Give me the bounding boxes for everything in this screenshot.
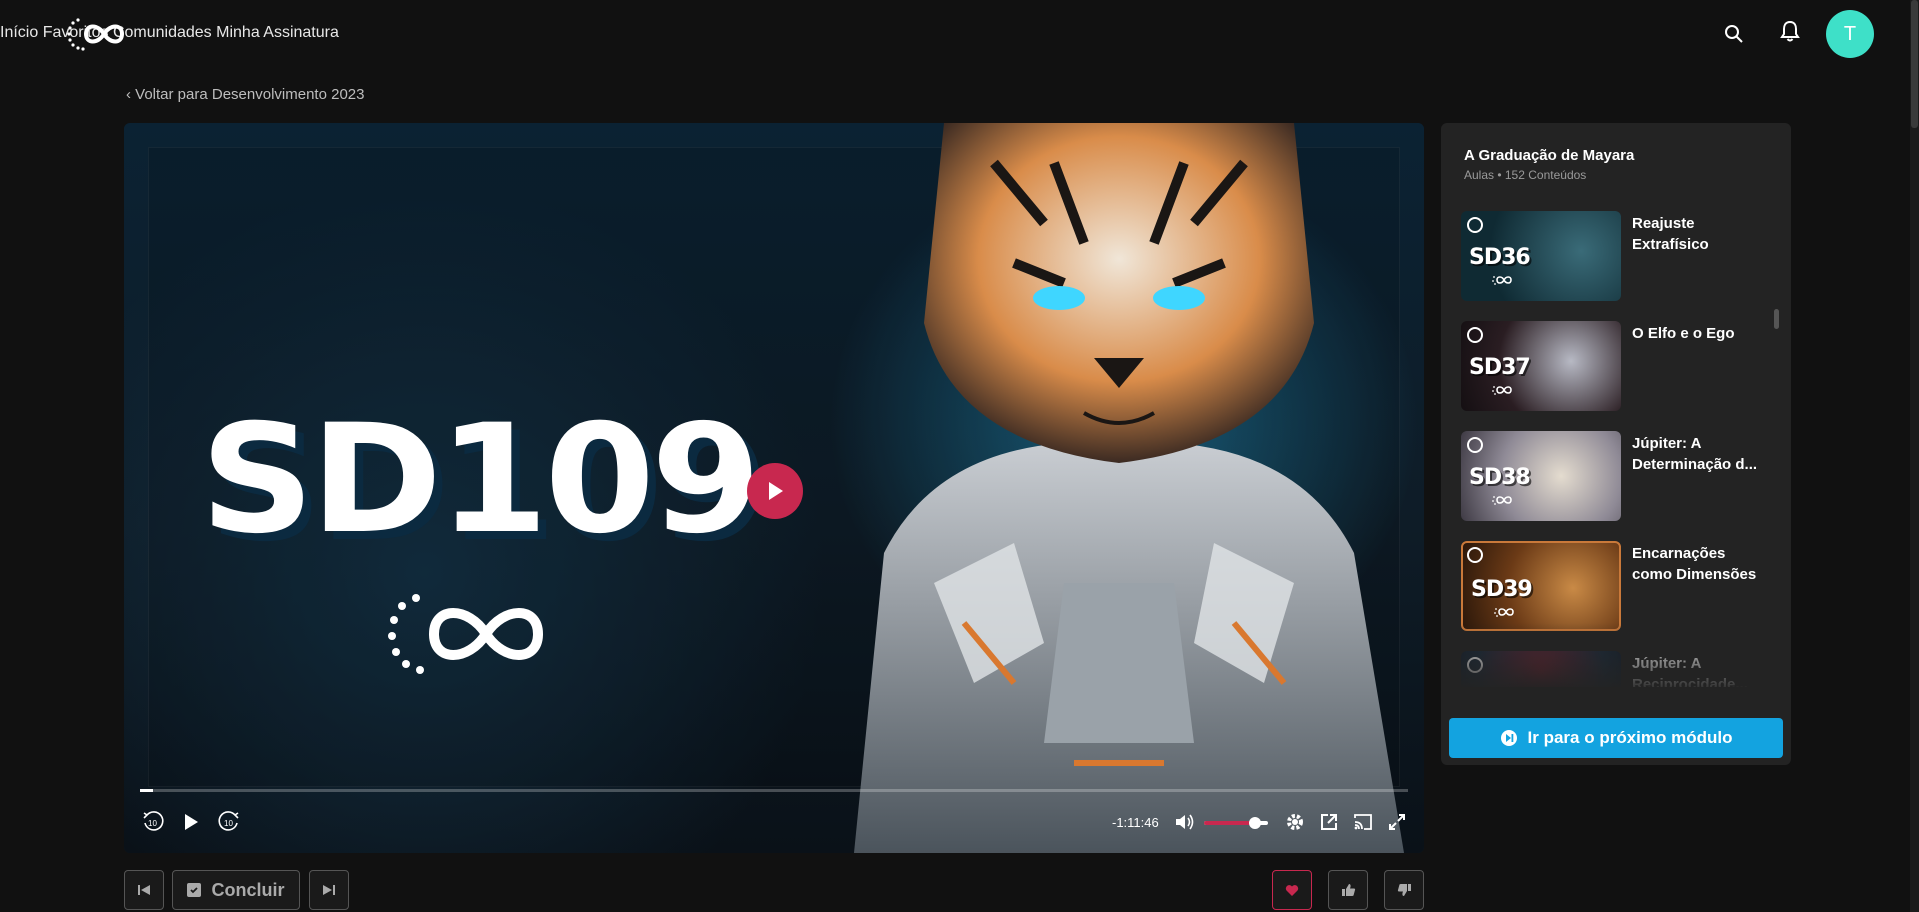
search-icon[interactable] <box>1722 22 1746 46</box>
lesson-thumbnail: SD38 <box>1461 431 1621 521</box>
next-module-label: Ir para o próximo módulo <box>1527 728 1733 747</box>
dislike-button[interactable] <box>1384 870 1424 910</box>
thumbnail-label: SD37 <box>1469 355 1531 380</box>
lesson-status-radio[interactable] <box>1467 657 1483 673</box>
player-controls: 10 10 -1:11:46 <box>124 799 1424 853</box>
lesson-status-radio[interactable] <box>1467 217 1483 233</box>
sidebar-scrollbar[interactable] <box>1774 309 1779 329</box>
volume-slider[interactable] <box>1204 817 1268 829</box>
seek-bar-fill <box>140 789 153 792</box>
cast-icon[interactable] <box>1348 807 1378 837</box>
skip-previous-icon <box>138 885 150 895</box>
avatar[interactable]: T <box>1826 10 1874 58</box>
lesson-status-radio[interactable] <box>1467 547 1483 563</box>
lesson-thumbnail: SD37 <box>1461 321 1621 411</box>
rewind-10-icon[interactable]: 10 <box>138 807 168 837</box>
thumbnail-label: SD36 <box>1469 245 1531 270</box>
lesson-item[interactable]: SD36 Reajuste Extrafísico <box>1461 211 1771 303</box>
page-scrollbar-thumb[interactable] <box>1911 0 1918 128</box>
brand-mark-icon <box>1492 276 1512 285</box>
play-button[interactable] <box>176 807 206 837</box>
skip-next-icon <box>323 885 335 895</box>
thumbnail-label: SD39 <box>1471 577 1533 602</box>
page-scrollbar-track[interactable] <box>1910 0 1919 912</box>
thumbs-down-icon <box>1397 884 1411 896</box>
heart-icon <box>1285 884 1299 896</box>
lesson-item[interactable]: Júpiter: A Reciprocidade... <box>1461 651 1771 687</box>
lesson-title: Júpiter: A Reciprocidade... <box>1632 655 1748 687</box>
volume-icon[interactable] <box>1170 807 1200 837</box>
poster-title: SD109 <box>200 393 761 567</box>
brand-mark-icon <box>388 594 544 674</box>
thumbs-up-icon <box>1341 884 1355 896</box>
lesson-item[interactable]: SD37 O Elfo e o Ego <box>1461 321 1771 413</box>
thumbnail-label: SD38 <box>1469 465 1531 490</box>
module-sidebar: A Graduação de Mayara Aulas • 152 Conteú… <box>1441 123 1791 765</box>
lesson-status-radio[interactable] <box>1467 437 1483 453</box>
check-icon <box>187 883 202 897</box>
nav-inicio[interactable]: Início <box>0 24 38 41</box>
back-link[interactable]: ‹ Voltar para Desenvolvimento 2023 <box>126 86 364 103</box>
lesson-list[interactable]: SD36 Reajuste Extrafísico SD37 O Elfo e … <box>1461 211 1771 687</box>
settings-gear-icon[interactable] <box>1280 807 1310 837</box>
lesson-item[interactable]: SD38 Júpiter: A Determinação d... <box>1461 431 1771 523</box>
forward-10-icon[interactable]: 10 <box>214 807 244 837</box>
brand-mark-icon <box>1492 496 1512 505</box>
lesson-thumbnail <box>1461 651 1621 687</box>
module-subtitle: Aulas • 152 Conteúdos <box>1464 168 1587 182</box>
time-remaining: -1:11:46 <box>1112 815 1159 830</box>
volume-fill <box>1204 821 1256 825</box>
lesson-status-radio[interactable] <box>1467 327 1483 343</box>
popout-icon[interactable] <box>1314 807 1344 837</box>
lesson-title: Júpiter: A Determinação d... <box>1632 435 1758 473</box>
next-module-button[interactable]: Ir para o próximo módulo <box>1449 718 1783 758</box>
lesson-title: Encarnações como Dimensões <box>1632 545 1757 583</box>
next-circle-icon <box>1500 730 1517 746</box>
logo-icon[interactable] <box>66 14 134 54</box>
top-header: Início Favoritos Comunidades Minha Assin… <box>0 0 1919 66</box>
video-player[interactable]: SD109 10 10 -1:11:46 <box>124 123 1424 853</box>
brand-mark-icon <box>1494 608 1514 617</box>
nav-minha-assinatura[interactable]: Minha Assinatura <box>216 24 339 41</box>
lesson-thumbnail: SD36 <box>1461 211 1621 301</box>
lesson-title: Reajuste Extrafísico <box>1632 215 1709 253</box>
lesson-title: O Elfo e o Ego <box>1632 325 1735 342</box>
next-lesson-button[interactable] <box>309 870 349 910</box>
previous-lesson-button[interactable] <box>124 870 164 910</box>
lesson-item[interactable]: SD39 Encarnações como Dimensões <box>1461 541 1771 633</box>
play-icon <box>769 482 783 500</box>
lesson-thumbnail: SD39 <box>1461 541 1621 631</box>
volume-handle[interactable] <box>1249 817 1262 829</box>
fullscreen-icon[interactable] <box>1382 807 1412 837</box>
main-nav: Início Favoritos Comunidades Minha Assin… <box>0 24 339 42</box>
complete-button[interactable]: Concluir <box>172 870 300 910</box>
play-icon <box>185 814 198 830</box>
module-title: A Graduação de Mayara <box>1464 147 1635 164</box>
svg-text:10: 10 <box>224 819 233 828</box>
brand-mark-icon <box>1492 386 1512 395</box>
svg-text:10: 10 <box>148 819 157 828</box>
tiger-illustration <box>854 123 1404 853</box>
seek-bar[interactable] <box>140 789 1408 792</box>
complete-button-label: Concluir <box>211 879 285 900</box>
favorite-button[interactable] <box>1272 870 1312 910</box>
like-button[interactable] <box>1328 870 1368 910</box>
play-overlay-button[interactable] <box>747 463 803 519</box>
bell-icon[interactable] <box>1778 18 1802 44</box>
